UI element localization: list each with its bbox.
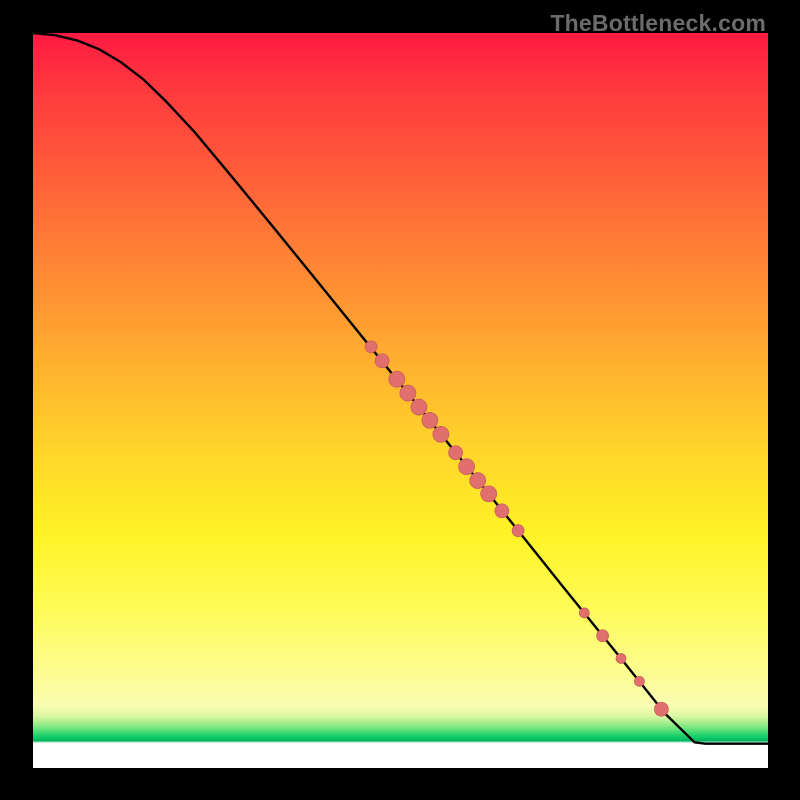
data-point xyxy=(449,446,463,460)
data-point xyxy=(365,341,377,353)
data-points-group xyxy=(365,341,668,716)
data-point xyxy=(400,385,416,401)
chart-overlay xyxy=(33,33,768,768)
data-point xyxy=(389,371,405,387)
data-point xyxy=(481,486,497,502)
data-point xyxy=(597,630,609,642)
data-point xyxy=(470,473,486,489)
data-point xyxy=(616,654,626,664)
data-point xyxy=(411,399,427,415)
data-point xyxy=(654,702,668,716)
data-point xyxy=(579,608,589,618)
performance-curve xyxy=(33,33,768,744)
data-point xyxy=(495,504,509,518)
data-point xyxy=(459,459,475,475)
data-point xyxy=(375,354,389,368)
data-point xyxy=(634,676,644,686)
data-point xyxy=(512,525,524,537)
data-point xyxy=(433,426,449,442)
data-point xyxy=(422,412,438,428)
chart-frame: TheBottleneck.com xyxy=(0,0,800,800)
